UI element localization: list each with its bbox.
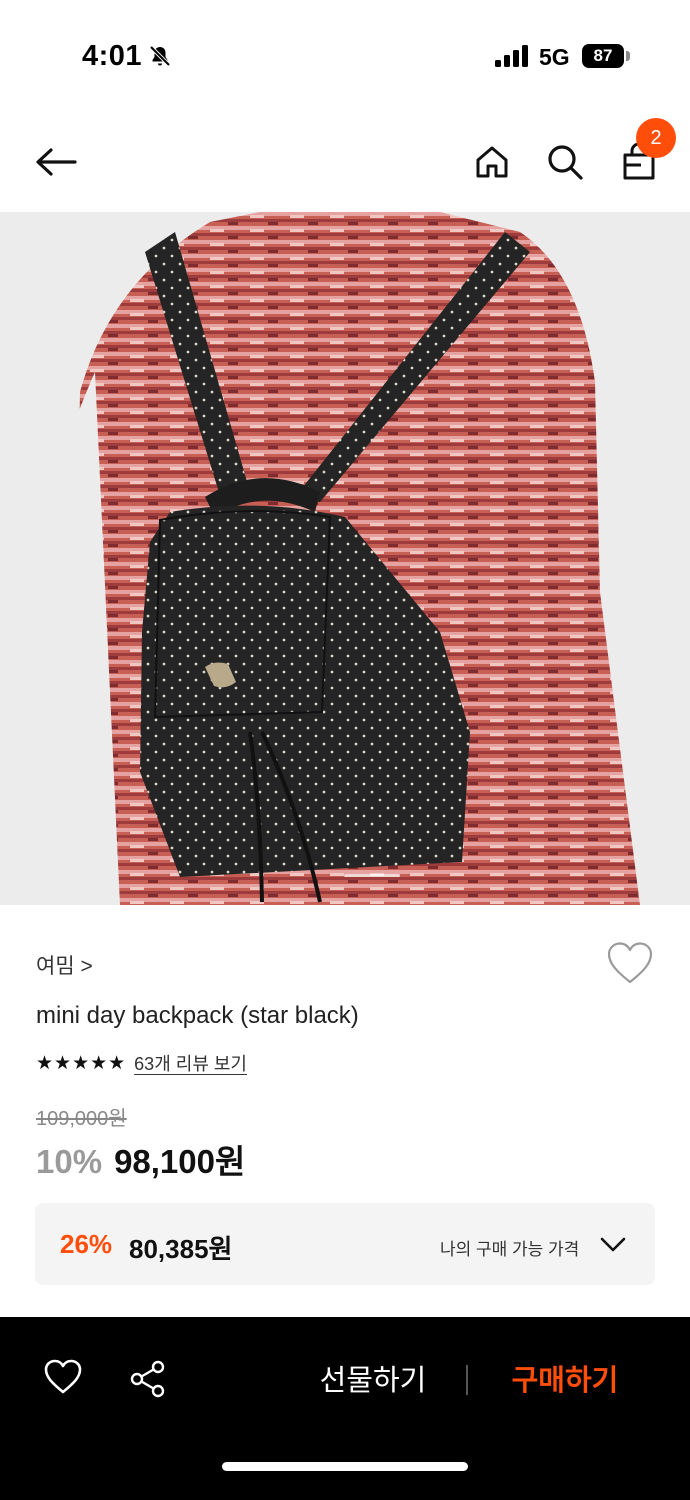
network-label: 5G — [539, 44, 570, 70]
button-divider — [466, 1365, 468, 1395]
home-indicator[interactable] — [222, 1462, 468, 1471]
battery-indicator: 87 — [582, 44, 624, 68]
product-image[interactable] — [0, 212, 690, 905]
chevron-down-icon — [600, 1237, 626, 1252]
bell-slash-icon — [149, 45, 171, 67]
signal-icon — [495, 45, 528, 67]
like-button[interactable] — [44, 1359, 82, 1397]
arrow-left-icon — [36, 148, 77, 176]
home-button[interactable] — [470, 140, 514, 184]
buy-button[interactable]: 구매하기 — [490, 1357, 640, 1399]
bottom-action-bar: 선물하기 구매하기 — [0, 1317, 690, 1500]
price-row: 10% 98,100원 — [36, 1135, 245, 1183]
discount-rate: 10% — [36, 1143, 103, 1180]
wishlist-button[interactable] — [606, 941, 654, 987]
my-price-label: 나의 구매 가능 가격 — [440, 1240, 580, 1259]
sale-price: 98,100원 — [114, 1143, 246, 1180]
battery-tip — [626, 51, 630, 61]
product-name: mini day backpack (star black) — [36, 1002, 359, 1029]
rating-row: ★★★★★ 63개 리뷰 보기 — [36, 1050, 247, 1076]
status-time: 4:01 — [82, 40, 143, 72]
search-icon — [548, 145, 583, 180]
star-rating-icon: ★★★★★ — [36, 1052, 127, 1074]
status-bar: 4:01 5G 87 — [0, 0, 690, 110]
my-discount-rate: 26% — [60, 1229, 113, 1259]
heart-icon — [44, 1359, 82, 1394]
back-button[interactable] — [34, 140, 78, 184]
brand-link[interactable]: 여밈 > — [36, 950, 93, 980]
cart-count-badge: 2 — [636, 118, 676, 158]
share-icon — [130, 1360, 165, 1398]
image-page-indicator — [344, 874, 400, 877]
review-link[interactable]: 63개 리뷰 보기 — [134, 1050, 247, 1076]
gift-button[interactable]: 선물하기 — [298, 1357, 448, 1399]
heart-icon — [607, 942, 653, 984]
search-button[interactable] — [543, 140, 587, 184]
original-price: 109,000원 — [36, 1108, 127, 1130]
share-button[interactable] — [128, 1359, 168, 1399]
top-nav-bar — [0, 110, 690, 212]
my-price-dropdown[interactable]: 26% 80,385원 나의 구매 가능 가격 — [35, 1203, 655, 1285]
my-price-value: 80,385원 — [129, 1234, 233, 1264]
home-icon — [476, 146, 508, 178]
